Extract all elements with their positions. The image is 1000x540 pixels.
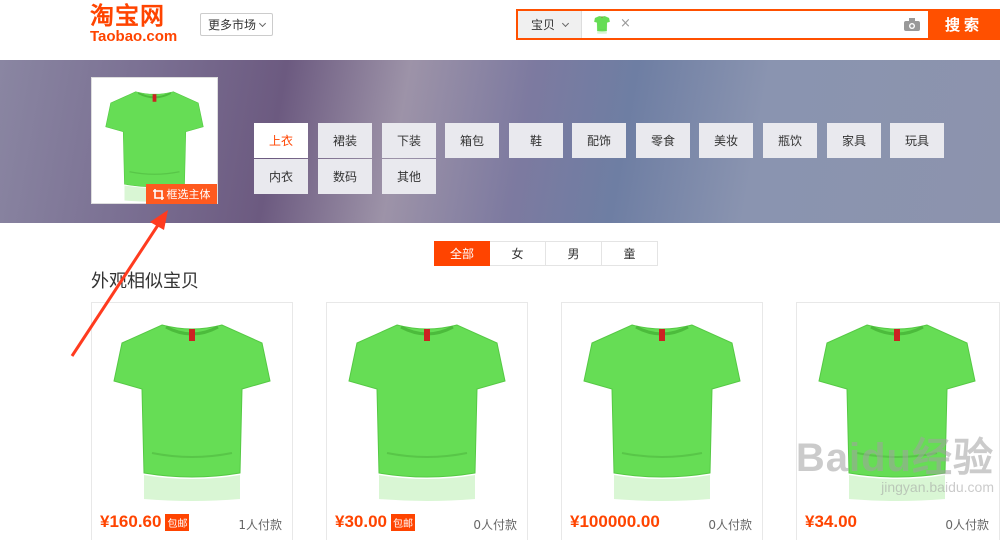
- logo-chinese: 淘宝网: [90, 2, 165, 30]
- sales-count: 0人付款: [945, 518, 989, 532]
- crop-subject-label: 框选主体: [166, 188, 211, 201]
- price-value: ¥160.60: [100, 512, 162, 531]
- product-card[interactable]: ¥160.60 包邮 1人付款: [91, 302, 293, 540]
- sales-count: 0人付款: [708, 518, 752, 532]
- sales-count: 0人付款: [473, 518, 517, 532]
- category-tab[interactable]: 瓶饮: [763, 123, 817, 158]
- search-type-select[interactable]: 宝贝: [518, 11, 582, 38]
- gender-tab-women[interactable]: 女: [490, 241, 546, 266]
- section-title: 外观相似宝贝: [91, 271, 199, 292]
- category-tab[interactable]: 其他: [382, 159, 436, 194]
- product-price: ¥34.00: [805, 512, 857, 532]
- free-shipping-badge: 包邮: [165, 513, 190, 531]
- product-price: ¥30.00 包邮: [335, 512, 415, 532]
- category-tab[interactable]: 裙装: [318, 123, 372, 158]
- product-image[interactable]: [327, 303, 527, 503]
- search-input[interactable]: [630, 11, 902, 38]
- taobao-logo[interactable]: 淘宝网 Taobao.com: [90, 2, 190, 46]
- category-tab[interactable]: 家具: [827, 123, 881, 158]
- product-price: ¥100000.00: [570, 512, 660, 532]
- price-value: ¥100000.00: [570, 512, 660, 531]
- gender-filter: 全部 女 男 童: [434, 241, 658, 266]
- gender-tab-men[interactable]: 男: [546, 241, 602, 266]
- baidu-watermark: Baidu经验 jingyan.baidu.com: [796, 425, 994, 495]
- search-image-thumbnail: [592, 14, 612, 34]
- product-image[interactable]: [562, 303, 762, 503]
- category-tab[interactable]: 下装: [382, 123, 436, 158]
- camera-icon[interactable]: [902, 11, 922, 38]
- product-card[interactable]: ¥100000.00 0人付款: [561, 302, 763, 540]
- product-card[interactable]: ¥34.00 0人付款: [796, 302, 1000, 540]
- product-card[interactable]: ¥30.00 包邮 0人付款: [326, 302, 528, 540]
- chevron-down-icon: [561, 19, 570, 27]
- category-tab[interactable]: 上衣: [254, 123, 308, 158]
- price-value: ¥30.00: [335, 512, 387, 531]
- product-image[interactable]: [92, 303, 292, 503]
- watermark-title: Baidu经验: [795, 436, 994, 480]
- logo-english: Taobao.com: [90, 28, 178, 45]
- search-button[interactable]: 搜索: [928, 9, 1000, 40]
- category-tab[interactable]: 鞋: [509, 123, 563, 158]
- category-tab[interactable]: 数码: [318, 159, 372, 194]
- category-tab[interactable]: 美妆: [699, 123, 753, 158]
- free-shipping-badge: 包邮: [391, 513, 415, 531]
- category-tab[interactable]: 零食: [636, 123, 690, 158]
- crop-subject-button[interactable]: 框选主体: [146, 184, 217, 204]
- gender-tab-all[interactable]: 全部: [434, 241, 490, 266]
- product-price: ¥160.60 包邮: [100, 512, 190, 532]
- category-tab[interactable]: 箱包: [445, 123, 499, 158]
- category-tab[interactable]: 玩具: [890, 123, 944, 158]
- more-markets-dropdown[interactable]: 更多市场: [200, 13, 273, 36]
- sales-count: 1人付款: [238, 518, 282, 532]
- gender-tab-kids[interactable]: 童: [602, 241, 658, 266]
- chevron-down-icon: [258, 19, 267, 27]
- price-value: ¥34.00: [805, 512, 857, 531]
- search-bar: 宝贝 × 搜索: [516, 9, 1000, 40]
- category-tab[interactable]: 配饰: [572, 123, 626, 158]
- search-type-label: 宝贝: [530, 18, 555, 32]
- more-markets-label: 更多市场: [207, 18, 256, 32]
- crop-icon: [152, 188, 164, 200]
- clear-image-icon[interactable]: ×: [620, 16, 631, 38]
- category-tab[interactable]: 内衣: [254, 159, 308, 194]
